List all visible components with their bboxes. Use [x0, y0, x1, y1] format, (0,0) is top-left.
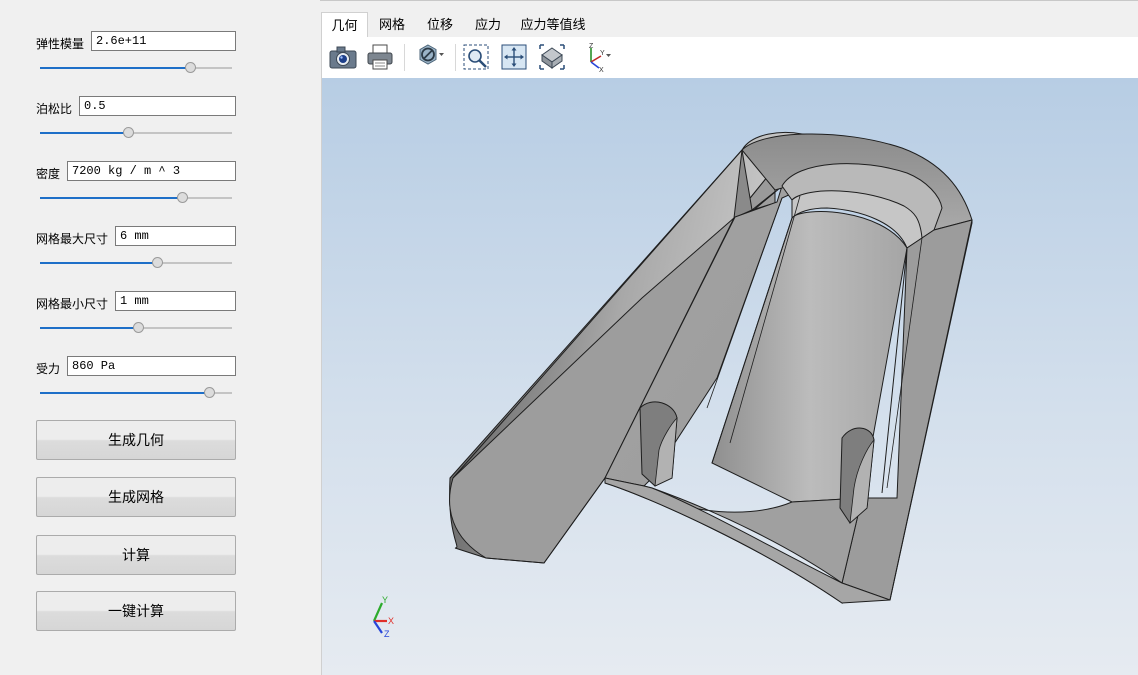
- poisson-ratio-slider[interactable]: [40, 127, 232, 139]
- axes-view-icon[interactable]: Z Y X: [581, 42, 611, 72]
- slider-handle[interactable]: [203, 387, 215, 398]
- print-icon[interactable]: [365, 42, 395, 72]
- load-input[interactable]: 860 Pa: [67, 356, 236, 376]
- mesh-max-size-slider[interactable]: [40, 257, 232, 269]
- parameter-panel: 弹性模量 2.6e+11 泊松比 0.5 密度 7200 kg / m ^ 3 …: [0, 0, 320, 675]
- param-label: 泊松比: [36, 102, 73, 116]
- poisson-ratio-input[interactable]: 0.5: [79, 96, 236, 116]
- param-label: 网格最小尺寸: [36, 297, 109, 311]
- triad-x-label: X: [388, 616, 394, 626]
- camera-icon[interactable]: [328, 42, 358, 72]
- density-input[interactable]: 7200 kg / m ^ 3: [67, 161, 236, 181]
- param-label: 受力: [36, 362, 61, 376]
- tab-geometry[interactable]: 几何: [321, 12, 368, 37]
- mesh-max-size-input[interactable]: 6 mm: [115, 226, 236, 246]
- param-load: 受力 860 Pa: [0, 356, 320, 406]
- view-tabs: 几何 网格 位移 应力 应力等值线: [321, 12, 1138, 37]
- slider-handle[interactable]: [152, 257, 164, 268]
- param-elastic-modulus: 弹性模量 2.6e+11: [0, 31, 320, 81]
- generate-mesh-button[interactable]: 生成网格: [36, 477, 236, 517]
- tab-displacement[interactable]: 位移: [419, 12, 461, 37]
- slider-handle[interactable]: [123, 127, 135, 138]
- svg-text:Y: Y: [600, 50, 605, 57]
- y-axis-line: [372, 602, 384, 622]
- svg-text:Z: Z: [589, 43, 594, 50]
- z-axis-line: [373, 620, 383, 634]
- compute-button[interactable]: 计算: [36, 535, 236, 575]
- one-click-compute-button[interactable]: 一键计算: [36, 591, 236, 631]
- toolbar-separator: [404, 44, 405, 71]
- tab-stress-contour[interactable]: 应力等值线: [517, 12, 589, 37]
- slider-handle[interactable]: [177, 192, 189, 203]
- generate-geometry-button[interactable]: 生成几何: [36, 420, 236, 460]
- triad-y-label: Y: [382, 595, 388, 605]
- iso-view-icon[interactable]: [537, 42, 567, 72]
- param-poisson-ratio: 泊松比 0.5: [0, 96, 320, 146]
- view-panel: 几何 网格 位移 应力 应力等值线 Z Y X Y X Z: [321, 0, 1138, 675]
- load-slider[interactable]: [40, 387, 232, 399]
- param-mesh-max-size: 网格最大尺寸 6 mm: [0, 226, 320, 276]
- 3d-viewport[interactable]: Y X Z: [321, 78, 1138, 675]
- toolbar-separator: [455, 44, 456, 71]
- zoom-box-icon[interactable]: [461, 42, 491, 72]
- triad-z-label: Z: [384, 629, 390, 639]
- param-label: 密度: [36, 167, 61, 181]
- slider-handle[interactable]: [132, 322, 144, 333]
- fit-all-icon[interactable]: [499, 42, 529, 72]
- mesh-min-size-slider[interactable]: [40, 322, 232, 334]
- param-mesh-min-size: 网格最小尺寸 1 mm: [0, 291, 320, 341]
- geometry-model: [449, 131, 973, 604]
- density-slider[interactable]: [40, 192, 232, 204]
- viewer-toolbar: Z Y X: [321, 37, 1138, 78]
- slider-handle[interactable]: [184, 62, 196, 73]
- elastic-modulus-input[interactable]: 2.6e+11: [91, 31, 236, 51]
- svg-text:X: X: [599, 67, 604, 72]
- clip-plane-icon[interactable]: [416, 42, 446, 72]
- tab-stress[interactable]: 应力: [467, 12, 509, 37]
- elastic-modulus-slider[interactable]: [40, 62, 232, 74]
- mesh-min-size-input[interactable]: 1 mm: [115, 291, 236, 311]
- param-label: 弹性模量: [36, 37, 85, 51]
- param-density: 密度 7200 kg / m ^ 3: [0, 161, 320, 211]
- axis-triad: Y X Z: [372, 595, 394, 639]
- tab-mesh[interactable]: 网格: [371, 12, 413, 37]
- param-label: 网格最大尺寸: [36, 232, 109, 246]
